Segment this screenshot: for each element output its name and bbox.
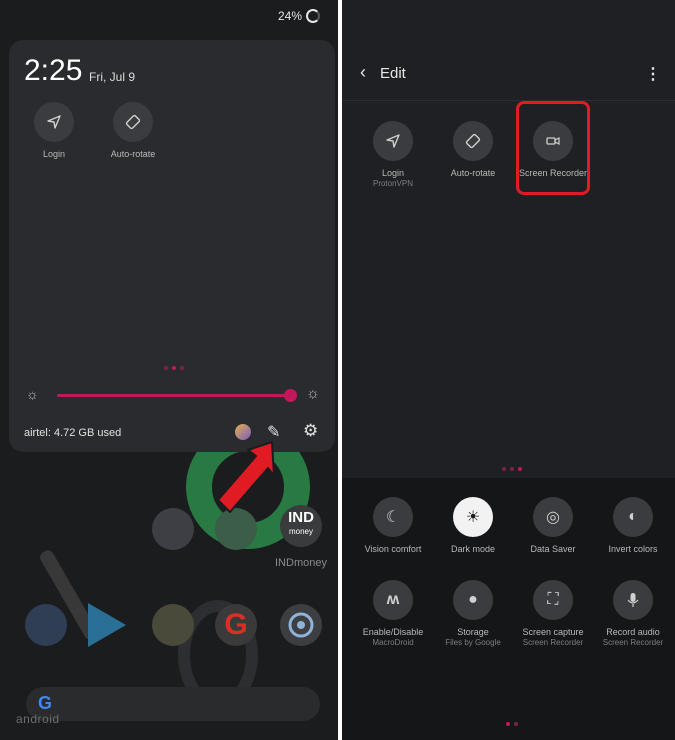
tile-label: Dark mode bbox=[450, 544, 495, 554]
play-store-icon[interactable] bbox=[88, 603, 126, 647]
google-app-letter: G bbox=[224, 608, 248, 641]
available-tile-vision-comfort[interactable]: ☾ Vision comfort bbox=[353, 497, 433, 554]
data-usage-text: airtel: 4.72 GB used bbox=[24, 427, 122, 439]
divider bbox=[342, 100, 675, 101]
available-tiles-panel: ☾ Vision comfort ☀ Dark mode ◎ Data Save… bbox=[342, 478, 675, 740]
indmoney-icon-text: IND bbox=[288, 509, 314, 526]
qs-tile-login[interactable]: Login bbox=[14, 102, 94, 159]
brightness-slider-track[interactable] bbox=[57, 394, 291, 397]
chrome-app-icon[interactable] bbox=[152, 604, 194, 646]
battery-status: 24% bbox=[278, 9, 320, 23]
invert-colors-icon: ◐ bbox=[613, 497, 653, 537]
page-indicator bbox=[506, 722, 518, 726]
tile-sublabel: ProtonVPN bbox=[372, 179, 414, 188]
back-chevron-icon[interactable]: ‹ bbox=[360, 62, 366, 83]
qs-tile-auto-rotate[interactable]: Auto-rotate bbox=[93, 102, 173, 159]
macrodroid-icon: ʍ bbox=[373, 580, 413, 620]
qs-tile-label: Auto-rotate bbox=[110, 149, 156, 159]
moon-icon: ☾ bbox=[373, 497, 413, 537]
microphone-icon bbox=[613, 580, 653, 620]
notification-shade-screen: 24% IND money INDmoney G G android 2:25 … bbox=[0, 0, 338, 740]
watermark-text: android bbox=[16, 712, 60, 726]
tile-label: Storage bbox=[457, 627, 489, 637]
auto-brightness-icon[interactable]: ☼ bbox=[306, 385, 320, 402]
tile-sublabel: Screen Recorder bbox=[522, 638, 584, 647]
navigation-arrow-icon bbox=[373, 121, 413, 161]
brightness-slider-thumb[interactable] bbox=[284, 389, 297, 402]
tile-sublabel: Screen Recorder bbox=[602, 638, 664, 647]
red-pointer-arrow-icon bbox=[217, 441, 275, 513]
google-logo: G bbox=[38, 693, 53, 713]
screen-recorder-highlight-box bbox=[516, 101, 590, 195]
tile-sublabel: MacroDroid bbox=[372, 638, 414, 647]
page-indicator bbox=[164, 366, 184, 370]
qs-tile-label: Login bbox=[42, 149, 66, 159]
quick-settings-panel: 2:25 Fri, Jul 9 Login Auto-rotate ☼ ☼ ai… bbox=[9, 40, 335, 452]
available-tile-dark-mode[interactable]: ☀ Dark mode bbox=[433, 497, 513, 554]
brightness-low-icon: ☼ bbox=[26, 386, 39, 402]
available-tile-screen-capture[interactable]: ⛶ Screen capture Screen Recorder bbox=[513, 580, 593, 647]
tile-label: Data Saver bbox=[530, 544, 576, 554]
navigation-arrow-icon bbox=[34, 102, 74, 142]
indmoney-app-label: INDmoney bbox=[275, 557, 327, 569]
google-app-icon[interactable]: G bbox=[215, 604, 257, 646]
app-folder-icon[interactable] bbox=[25, 604, 67, 646]
page-title: Edit bbox=[380, 65, 406, 82]
edit-tile-login[interactable]: Login ProtonVPN bbox=[353, 121, 433, 188]
indmoney-app-icon[interactable]: IND money bbox=[280, 505, 322, 547]
tile-label: Login bbox=[381, 168, 405, 178]
storage-icon: ● bbox=[453, 580, 493, 620]
battery-percent: 24% bbox=[277, 9, 302, 23]
edit-header: ‹ Edit ⋮ bbox=[342, 0, 675, 100]
tile-label: Invert colors bbox=[608, 544, 658, 554]
data-saver-icon: ◎ bbox=[533, 497, 573, 537]
available-tile-storage[interactable]: ● Storage Files by Google bbox=[433, 580, 513, 647]
edit-tile-auto-rotate[interactable]: Auto-rotate bbox=[433, 121, 513, 178]
settings-gear-icon[interactable]: ⚙ bbox=[303, 421, 318, 441]
tile-label: Enable/Disable bbox=[362, 627, 424, 637]
indmoney-icon-subtext: money bbox=[288, 527, 313, 536]
available-tile-macrodroid[interactable]: ʍ Enable/Disable MacroDroid bbox=[353, 580, 433, 647]
page-indicator bbox=[502, 467, 522, 471]
tile-label: Vision comfort bbox=[364, 544, 422, 554]
tile-sublabel: Files by Google bbox=[445, 638, 501, 647]
battery-icon bbox=[306, 9, 320, 23]
more-options-icon[interactable]: ⋮ bbox=[645, 64, 661, 84]
auto-rotate-icon bbox=[113, 102, 153, 142]
available-tile-invert-colors[interactable]: ◐ Invert colors bbox=[593, 497, 673, 554]
edit-quick-settings-screen: ‹ Edit ⋮ Login ProtonVPN Auto-rotate Scr… bbox=[342, 0, 675, 740]
tile-label: Auto-rotate bbox=[450, 168, 496, 178]
auto-rotate-icon bbox=[453, 121, 493, 161]
available-tile-record-audio[interactable]: Record audio Screen Recorder bbox=[593, 580, 673, 647]
camera-app-icon[interactable] bbox=[280, 604, 322, 646]
available-tile-data-saver[interactable]: ◎ Data Saver bbox=[513, 497, 593, 554]
clock-time: 2:25 bbox=[24, 54, 83, 87]
screen-capture-icon: ⛶ bbox=[533, 580, 573, 620]
camera-icon bbox=[288, 612, 314, 638]
tile-label: Record audio bbox=[606, 627, 660, 637]
clock-date: Fri, Jul 9 bbox=[89, 70, 136, 84]
tile-label: Screen capture bbox=[522, 627, 584, 637]
dark-mode-icon: ☀ bbox=[453, 497, 493, 537]
app-folder-icon[interactable] bbox=[152, 508, 194, 550]
google-search-bar[interactable] bbox=[26, 687, 320, 721]
